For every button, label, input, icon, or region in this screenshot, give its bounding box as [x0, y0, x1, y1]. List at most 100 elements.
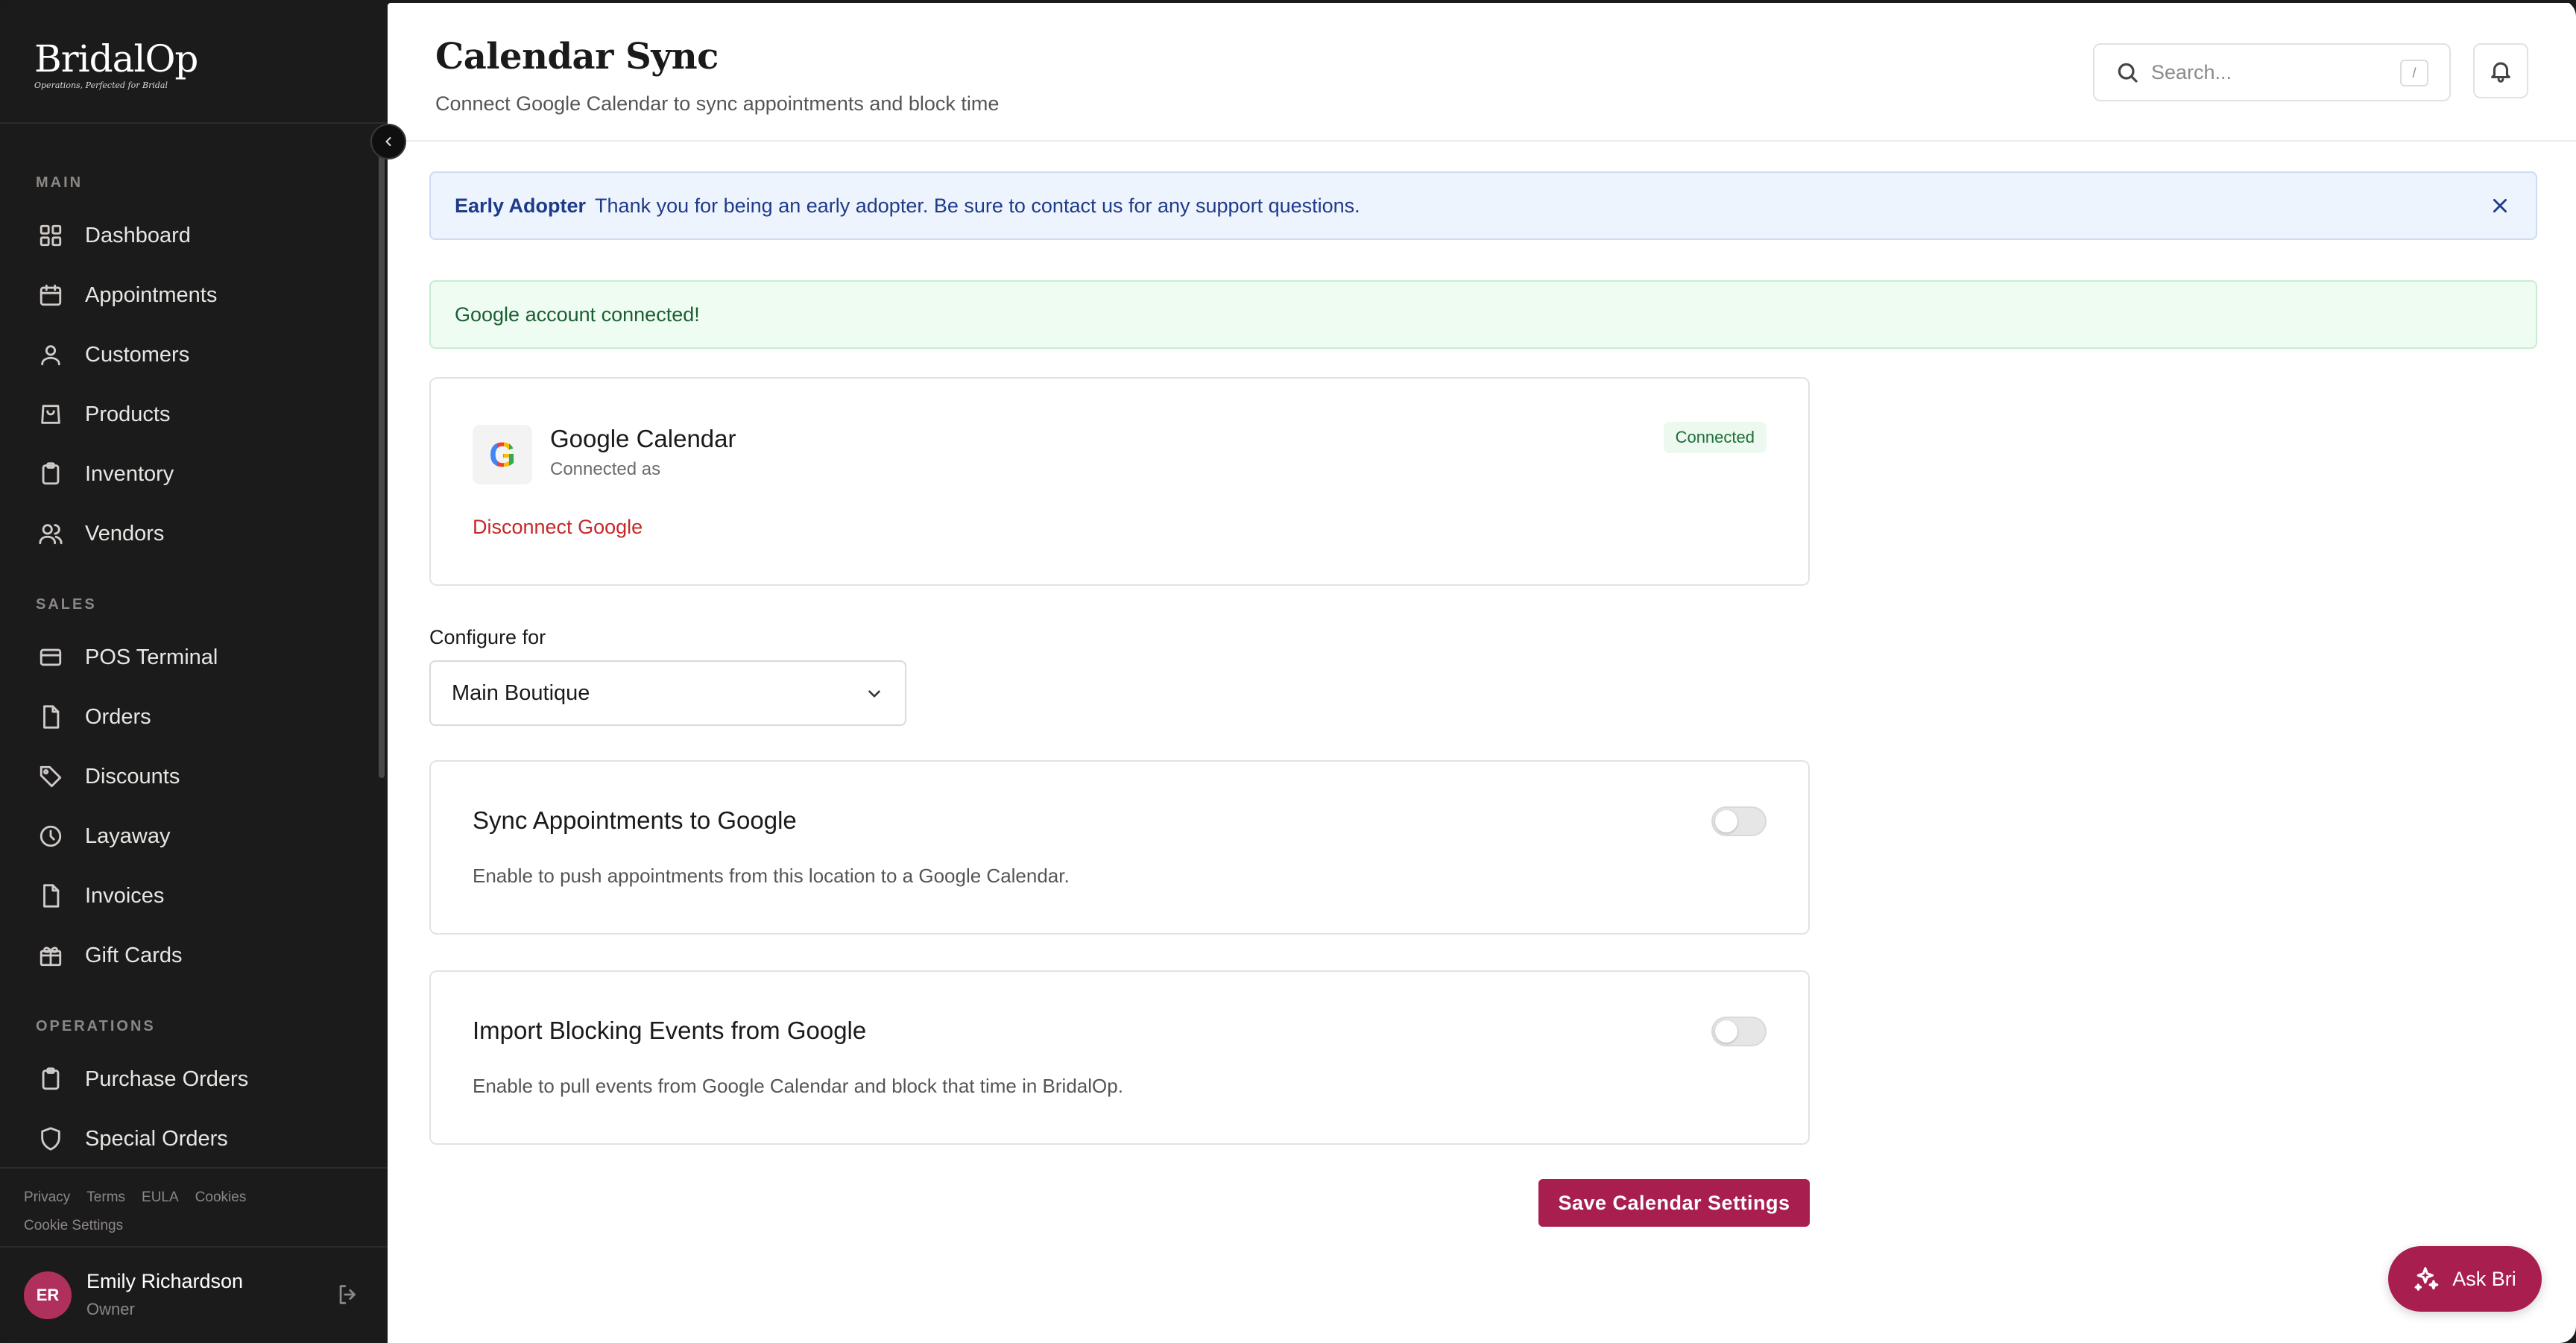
- shield-icon: [36, 1124, 66, 1154]
- sidebar-footer-divider: [0, 1167, 388, 1169]
- toggle-knob: [1715, 810, 1737, 832]
- cookie-settings-link[interactable]: Cookie Settings: [24, 1218, 123, 1234]
- clock-icon: [36, 821, 66, 851]
- file-icon: [36, 881, 66, 911]
- import-blocking-events-card: Import Blocking Events from Google Enabl…: [429, 970, 1810, 1145]
- close-icon: [2493, 199, 2507, 212]
- page-subtitle: Connect Google Calendar to sync appointm…: [435, 92, 1000, 115]
- user-divider: [0, 1246, 388, 1248]
- banner-label: Early Adopter: [455, 194, 587, 217]
- user-icon: [36, 340, 66, 370]
- import-blocking-events-description: Enable to pull events from Google Calend…: [473, 1075, 1123, 1097]
- integration-name: Google Calendar: [550, 425, 736, 452]
- section-label-sales: SALES: [36, 596, 97, 613]
- sidebar-item-inventory[interactable]: Inventory: [36, 453, 364, 495]
- sidebar-divider: [0, 122, 388, 124]
- logout-icon: [339, 1285, 356, 1304]
- banner-text: Thank you for being an early adopter. Be…: [595, 194, 1360, 217]
- save-calendar-settings-button[interactable]: Save Calendar Settings: [1538, 1179, 1810, 1227]
- bell-icon: [2491, 62, 2510, 83]
- chevron-left-icon: [385, 136, 391, 147]
- dismiss-banner-button[interactable]: [2487, 192, 2513, 219]
- location-select[interactable]: Main Boutique: [429, 660, 906, 726]
- gift-icon: [36, 941, 66, 970]
- avatar[interactable]: ER: [24, 1271, 72, 1319]
- location-select-value: Main Boutique: [452, 680, 590, 705]
- bag-icon: [36, 399, 66, 429]
- success-alert: Google account connected!: [429, 280, 2537, 349]
- privacy-link[interactable]: Privacy: [24, 1189, 70, 1206]
- disconnect-google-link[interactable]: Disconnect Google: [473, 516, 643, 539]
- sidebar-scrollbar[interactable]: [379, 139, 385, 778]
- brand-name: BridalOp: [34, 37, 198, 80]
- clipboard-icon: [36, 1064, 66, 1094]
- google-calendar-card: G Google Calendar Connected as Connected…: [429, 377, 1810, 586]
- ask-bri-button[interactable]: Ask Bri: [2388, 1246, 2542, 1312]
- sidebar-item-purchase-orders[interactable]: Purchase Orders: [36, 1058, 364, 1100]
- sidebar-item-dashboard[interactable]: Dashboard: [36, 215, 364, 256]
- sidebar-item-label: Dashboard: [85, 223, 191, 247]
- sidebar-item-label: Appointments: [85, 282, 218, 307]
- sidebar-item-label: Gift Cards: [85, 943, 183, 967]
- sidebar-item-label: Orders: [85, 704, 151, 729]
- status-badge: Connected: [1663, 422, 1767, 453]
- brand-logo[interactable]: BridalOp Operations, Perfected for Brida…: [34, 40, 198, 90]
- sidebar-item-customers[interactable]: Customers: [36, 334, 364, 376]
- search-shortcut-hint: /: [2400, 60, 2428, 86]
- cookies-link[interactable]: Cookies: [195, 1189, 247, 1206]
- sidebar-item-orders[interactable]: Orders: [36, 696, 364, 738]
- import-blocking-events-toggle[interactable]: [1711, 1017, 1767, 1046]
- logout-button[interactable]: [335, 1282, 364, 1310]
- sidebar-item-label: Layaway: [85, 824, 171, 848]
- grid-icon: [36, 221, 66, 250]
- sparkle-icon: [2414, 1267, 2439, 1291]
- users-icon: [36, 519, 66, 549]
- legal-links: Privacy Terms EULA Cookies: [24, 1189, 246, 1206]
- ask-bri-label: Ask Bri: [2452, 1267, 2516, 1290]
- calendar-icon: [36, 280, 66, 310]
- file-icon: [36, 702, 66, 732]
- page-title: Calendar Sync: [435, 36, 719, 78]
- google-logo-letter: G: [489, 435, 516, 474]
- sidebar-item-appointments[interactable]: Appointments: [36, 274, 364, 316]
- chevron-down-icon: [868, 690, 880, 698]
- sidebar-item-gift-cards[interactable]: Gift Cards: [36, 935, 364, 976]
- sidebar-item-label: Inventory: [85, 461, 174, 486]
- sidebar-item-special-orders[interactable]: Special Orders: [36, 1118, 364, 1160]
- search-box[interactable]: /: [2093, 43, 2451, 101]
- cookie-settings-row: Cookie Settings: [24, 1218, 123, 1234]
- sidebar-item-vendors[interactable]: Vendors: [36, 513, 364, 554]
- clipboard-icon: [36, 459, 66, 489]
- tag-icon: [36, 762, 66, 791]
- sync-appointments-title: Sync Appointments to Google: [473, 806, 797, 834]
- collapse-sidebar-button[interactable]: [370, 124, 406, 159]
- sync-appointments-toggle[interactable]: [1711, 806, 1767, 836]
- page-header: Calendar Sync Connect Google Calendar to…: [388, 3, 2576, 142]
- google-icon: G: [473, 425, 532, 484]
- notifications-button[interactable]: [2473, 43, 2528, 98]
- search-input[interactable]: [2151, 60, 2397, 84]
- import-blocking-events-title: Import Blocking Events from Google: [473, 1017, 867, 1044]
- eula-link[interactable]: EULA: [142, 1189, 179, 1206]
- sidebar-item-label: Discounts: [85, 764, 180, 789]
- sidebar-item-label: Vendors: [85, 521, 165, 546]
- brand-tagline: Operations, Perfected for Bridal: [34, 80, 168, 90]
- sidebar-item-products[interactable]: Products: [36, 394, 364, 435]
- sidebar-item-discounts[interactable]: Discounts: [36, 756, 364, 797]
- main-content: Calendar Sync Connect Google Calendar to…: [388, 3, 2576, 1343]
- sidebar-item-label: POS Terminal: [85, 645, 218, 669]
- search-icon: [2118, 63, 2138, 83]
- sidebar-item-layaway[interactable]: Layaway: [36, 815, 364, 857]
- terms-link[interactable]: Terms: [86, 1189, 125, 1206]
- user-name: Emily Richardson: [86, 1270, 244, 1292]
- sidebar-item-label: Special Orders: [85, 1126, 228, 1151]
- sidebar-item-invoices[interactable]: Invoices: [36, 875, 364, 917]
- section-label-operations: OPERATIONS: [36, 1018, 156, 1034]
- user-role: Owner: [86, 1300, 135, 1318]
- sync-appointments-card: Sync Appointments to Google Enable to pu…: [429, 760, 1810, 935]
- sync-appointments-description: Enable to push appointments from this lo…: [473, 865, 1070, 887]
- sidebar-item-pos-terminal[interactable]: POS Terminal: [36, 636, 364, 678]
- card-icon: [36, 642, 66, 672]
- section-label-main: MAIN: [36, 174, 83, 191]
- app-frame: BridalOp Operations, Perfected for Brida…: [0, 0, 2576, 1343]
